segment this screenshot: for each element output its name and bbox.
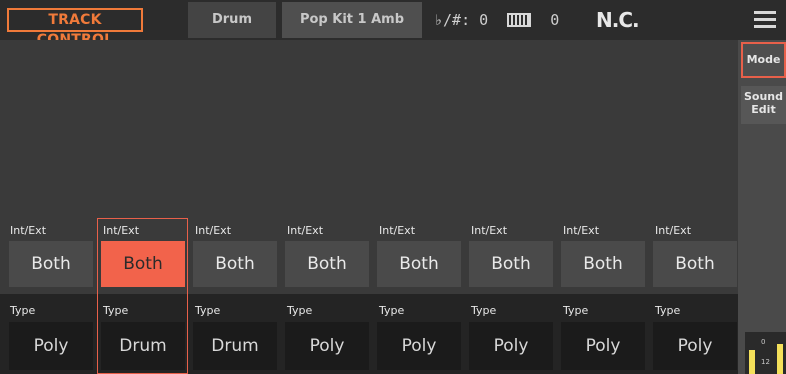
- int-ext-label: Int/Ext: [379, 224, 416, 237]
- sound-edit-line2: Edit: [751, 103, 776, 116]
- type-label: Type: [287, 304, 313, 317]
- type-value[interactable]: Poly: [285, 322, 369, 370]
- int-ext-value[interactable]: Both: [653, 241, 737, 287]
- meter-scale-top: 0: [761, 338, 766, 346]
- mode-button[interactable]: Mode: [741, 42, 786, 78]
- int-ext-label: Int/Ext: [287, 224, 324, 237]
- int-ext-value[interactable]: Both: [193, 241, 277, 287]
- type-label: Type: [655, 304, 681, 317]
- keyboard-icon: [507, 2, 532, 27]
- int-ext-value[interactable]: Both: [285, 241, 369, 287]
- int-ext-value[interactable]: Both: [469, 241, 553, 287]
- type-value[interactable]: Poly: [469, 322, 553, 370]
- int-ext-label: Int/Ext: [10, 224, 47, 237]
- int-ext-value[interactable]: Both: [9, 241, 93, 287]
- type-label: Type: [563, 304, 589, 317]
- chord-display: N.C.: [596, 8, 640, 32]
- meter-bar-right: [777, 344, 783, 374]
- type-value[interactable]: Poly: [653, 322, 737, 370]
- int-ext-value[interactable]: Both: [561, 241, 645, 287]
- side-panel: Mode Sound Edit: [738, 40, 786, 374]
- type-label: Type: [471, 304, 497, 317]
- int-ext-label: Int/Ext: [195, 224, 232, 237]
- track-type-button[interactable]: Drum: [188, 2, 276, 38]
- int-ext-label: Int/Ext: [563, 224, 600, 237]
- meter-scale-bottom: 12: [761, 358, 770, 366]
- meter-bar-left: [749, 350, 755, 374]
- menu-icon[interactable]: [754, 11, 776, 29]
- int-ext-value[interactable]: Both: [377, 241, 461, 287]
- type-label: Type: [10, 304, 36, 317]
- top-bar: TRACK CONTROL Drum Pop Kit 1 Amb ♭/#: 0 …: [0, 0, 786, 48]
- transpose-value: 0: [479, 11, 489, 29]
- type-label: Type: [195, 304, 221, 317]
- type-value[interactable]: Poly: [9, 322, 93, 370]
- type-label: Type: [103, 304, 129, 317]
- type-value[interactable]: Drum: [101, 322, 185, 370]
- int-ext-value-selected[interactable]: Both: [101, 241, 185, 287]
- int-ext-label: Int/Ext: [471, 224, 508, 237]
- type-value[interactable]: Drum: [193, 322, 277, 370]
- type-value[interactable]: Poly: [561, 322, 645, 370]
- sound-name-button[interactable]: Pop Kit 1 Amb: [282, 2, 422, 38]
- level-meter: 0 12: [745, 332, 786, 374]
- octave-value: 0: [550, 11, 560, 29]
- type-label: Type: [379, 304, 405, 317]
- int-ext-label: Int/Ext: [655, 224, 692, 237]
- type-value[interactable]: Poly: [377, 322, 461, 370]
- sound-edit-line1: Sound: [743, 90, 783, 103]
- int-ext-label: Int/Ext: [103, 224, 140, 237]
- transpose-label: ♭/#:: [434, 11, 471, 29]
- sound-edit-button[interactable]: Sound Edit: [741, 86, 786, 124]
- key-info[interactable]: ♭/#: 0 0: [434, 0, 559, 40]
- page-title[interactable]: TRACK CONTROL: [7, 8, 143, 48]
